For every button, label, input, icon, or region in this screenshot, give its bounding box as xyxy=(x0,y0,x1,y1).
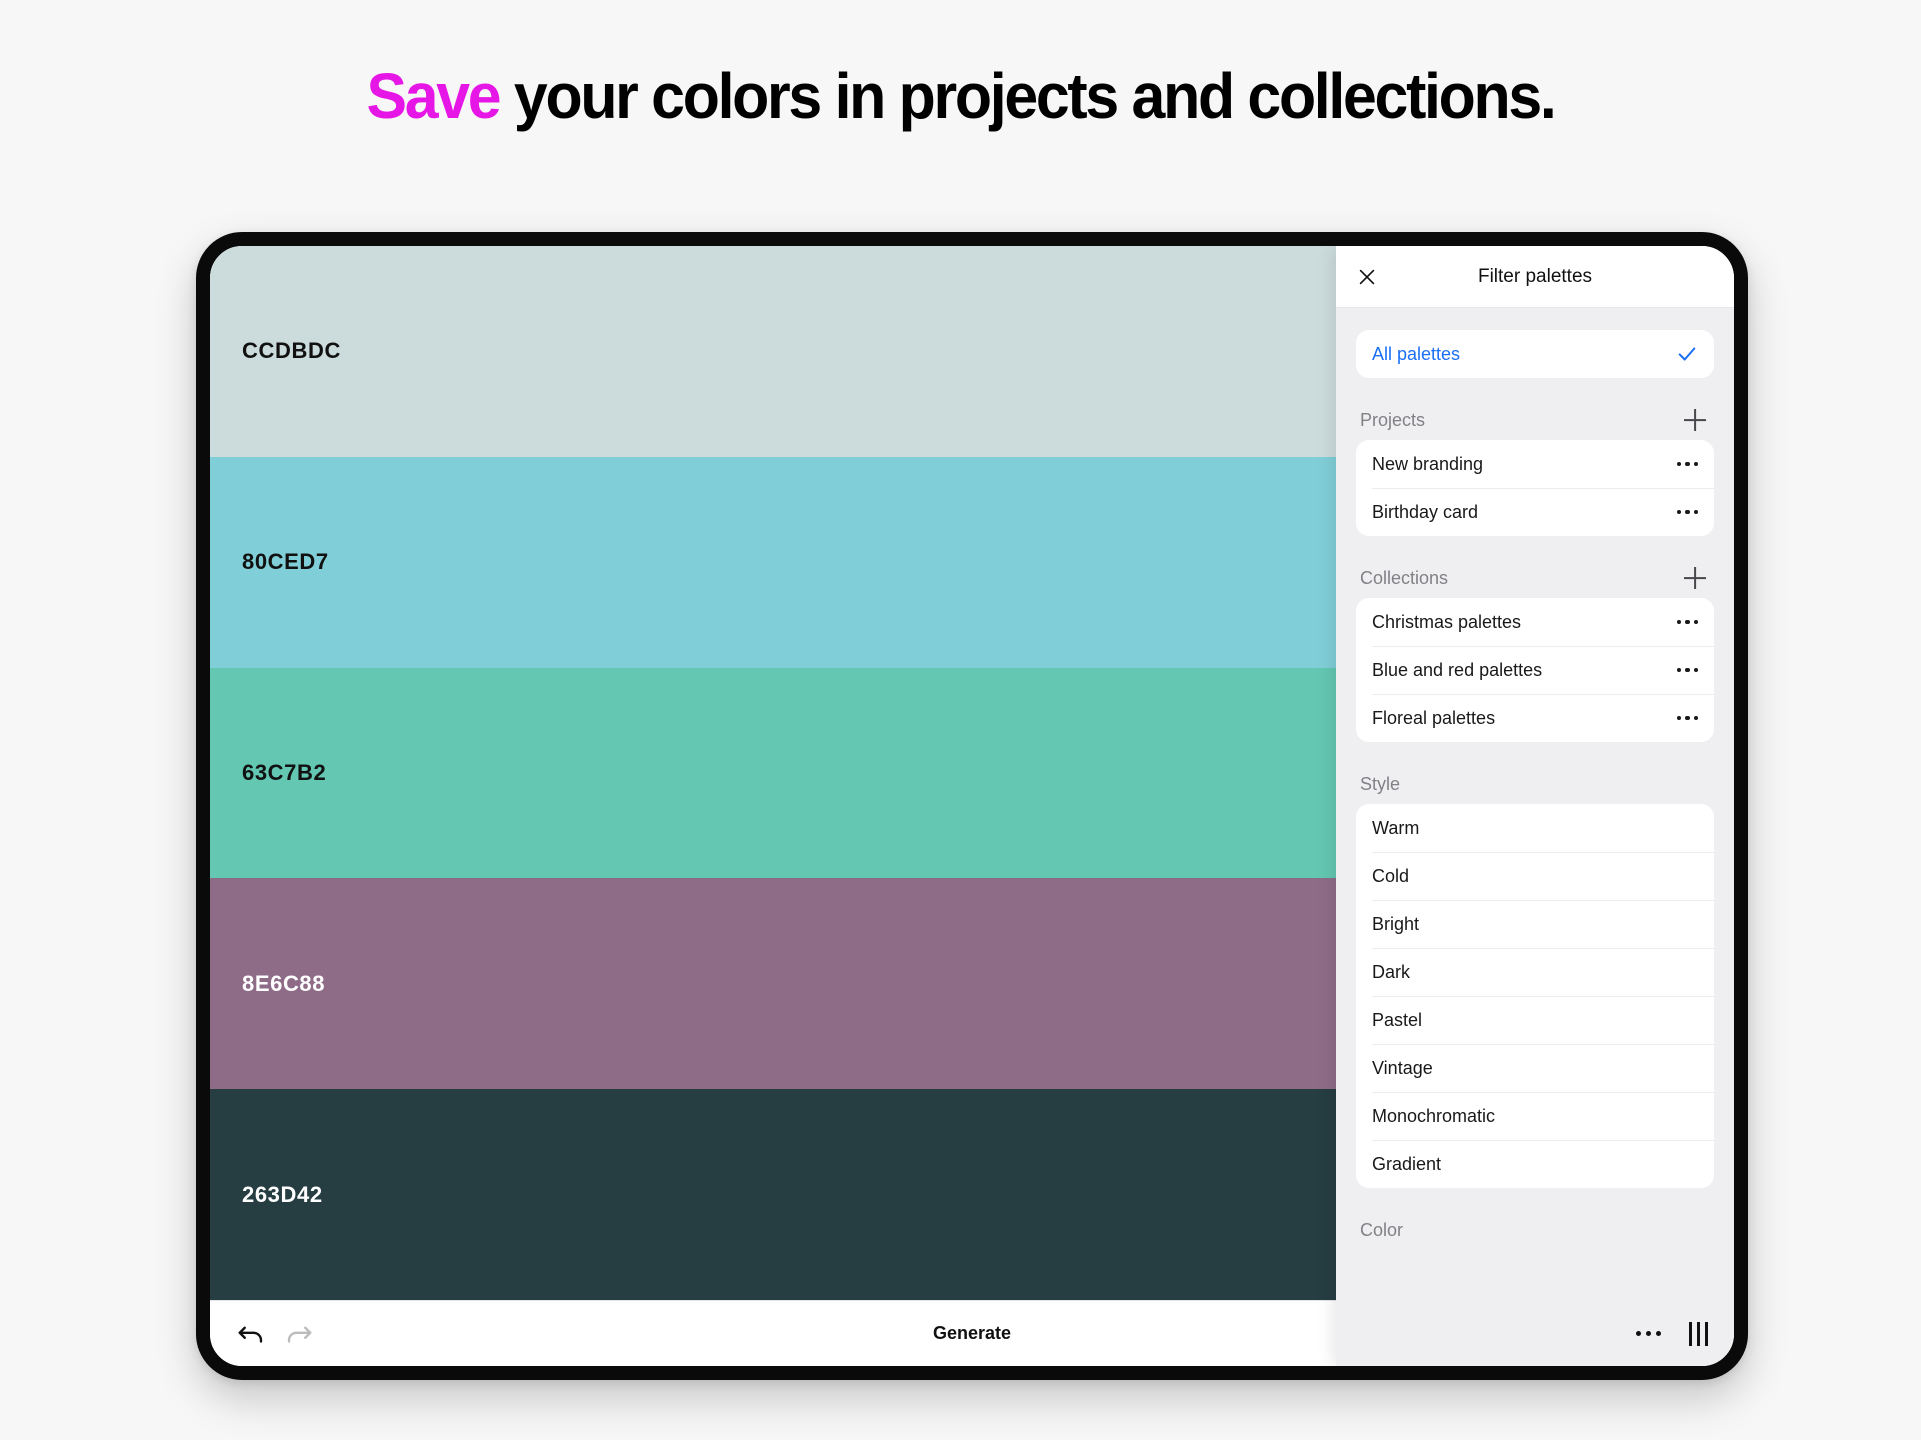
filter-section: Style Warm Cold Bright Dark Pastel Vintage Mono… xyxy=(1356,764,1714,1188)
swatch-hex-label: 8E6C88 xyxy=(242,971,325,997)
section-card: Warm Cold Bright Dark Pastel Vintage Monochrom… xyxy=(1356,804,1714,1188)
panel-body[interactable]: All palettes Projects New branding Birthda… xyxy=(1336,308,1734,1366)
more-horizontal-icon[interactable] xyxy=(1677,716,1699,721)
list-item-label: Monochromatic xyxy=(1372,1106,1495,1127)
app-screen: CCDBDC80CED763C7B28E6C88263D42 Generate xyxy=(210,246,1734,1366)
list-item[interactable]: Christmas palettes xyxy=(1356,598,1714,646)
list-item[interactable]: Dark xyxy=(1356,948,1714,996)
page-headline: Save your colors in projects and collect… xyxy=(48,58,1873,134)
filter-section: Color xyxy=(1356,1210,1714,1250)
list-item-label: Warm xyxy=(1372,818,1419,839)
section-title: Collections xyxy=(1360,568,1448,589)
list-item[interactable]: Pastel xyxy=(1356,996,1714,1044)
headline-rest: your colors in projects and collections. xyxy=(499,60,1554,132)
section-card: Christmas palettes Blue and red palettes F… xyxy=(1356,598,1714,742)
list-item[interactable]: Vintage xyxy=(1356,1044,1714,1092)
filter-section: Projects New branding Birthday card xyxy=(1356,400,1714,536)
section-header: Color xyxy=(1356,1210,1714,1250)
redo-icon[interactable] xyxy=(284,1319,314,1349)
list-item[interactable]: Gradient xyxy=(1356,1140,1714,1188)
list-item-label: Blue and red palettes xyxy=(1372,660,1542,681)
list-item[interactable]: Warm xyxy=(1356,804,1714,852)
more-horizontal-icon[interactable] xyxy=(1677,620,1699,625)
more-horizontal-icon[interactable] xyxy=(1677,668,1699,673)
list-item-label: Vintage xyxy=(1372,1058,1433,1079)
list-item[interactable]: New branding xyxy=(1356,440,1714,488)
list-item[interactable]: Blue and red palettes xyxy=(1356,646,1714,694)
list-item-label: Dark xyxy=(1372,962,1410,983)
panel-title: Filter palettes xyxy=(1336,266,1734,288)
list-item-label: New branding xyxy=(1372,454,1483,475)
close-icon[interactable] xyxy=(1354,264,1380,290)
filter-sections: Projects New branding Birthday card Collect… xyxy=(1356,400,1714,1250)
list-item-label: Pastel xyxy=(1372,1010,1422,1031)
section-header: Projects xyxy=(1356,400,1714,440)
panel-header: Filter palettes xyxy=(1336,246,1734,308)
more-horizontal-icon[interactable] xyxy=(1677,510,1699,515)
undo-icon[interactable] xyxy=(236,1319,266,1349)
section-header: Style xyxy=(1356,764,1714,804)
all-palettes-group: All palettes xyxy=(1356,330,1714,378)
list-item-label: Bright xyxy=(1372,914,1419,935)
list-item[interactable]: Birthday card xyxy=(1356,488,1714,536)
swatch-hex-label: CCDBDC xyxy=(242,338,341,364)
more-horizontal-icon[interactable] xyxy=(1636,1331,1661,1336)
list-item-label: Cold xyxy=(1372,866,1409,887)
list-item[interactable]: Monochromatic xyxy=(1356,1092,1714,1140)
list-item-label: Christmas palettes xyxy=(1372,612,1521,633)
section-title: Style xyxy=(1360,774,1400,795)
headline-accent-word: Save xyxy=(366,60,499,132)
swatch-hex-label: 63C7B2 xyxy=(242,760,326,786)
columns-icon[interactable] xyxy=(1689,1322,1708,1346)
filter-palettes-panel: Filter palettes All palettes xyxy=(1336,246,1734,1366)
check-icon xyxy=(1676,343,1698,365)
list-item-label: Floreal palettes xyxy=(1372,708,1495,729)
section-title: Projects xyxy=(1360,410,1425,431)
section-card: New branding Birthday card xyxy=(1356,440,1714,536)
all-palettes-label: All palettes xyxy=(1372,344,1460,365)
more-horizontal-icon[interactable] xyxy=(1677,462,1699,467)
tablet-device-frame: CCDBDC80CED763C7B28E6C88263D42 Generate xyxy=(196,232,1748,1380)
section-header: Collections xyxy=(1356,558,1714,598)
list-item-label: Birthday card xyxy=(1372,502,1478,523)
row-all-palettes[interactable]: All palettes xyxy=(1356,330,1714,378)
list-item[interactable]: Cold xyxy=(1356,852,1714,900)
plus-icon[interactable] xyxy=(1684,409,1706,431)
plus-icon[interactable] xyxy=(1684,567,1706,589)
section-title: Color xyxy=(1360,1220,1403,1241)
list-item-label: Gradient xyxy=(1372,1154,1441,1175)
swatch-hex-label: 263D42 xyxy=(242,1182,323,1208)
list-item[interactable]: Floreal palettes xyxy=(1356,694,1714,742)
list-item[interactable]: Bright xyxy=(1356,900,1714,948)
filter-section: Collections Christmas palettes Blue and re… xyxy=(1356,558,1714,742)
swatch-hex-label: 80CED7 xyxy=(242,549,329,575)
